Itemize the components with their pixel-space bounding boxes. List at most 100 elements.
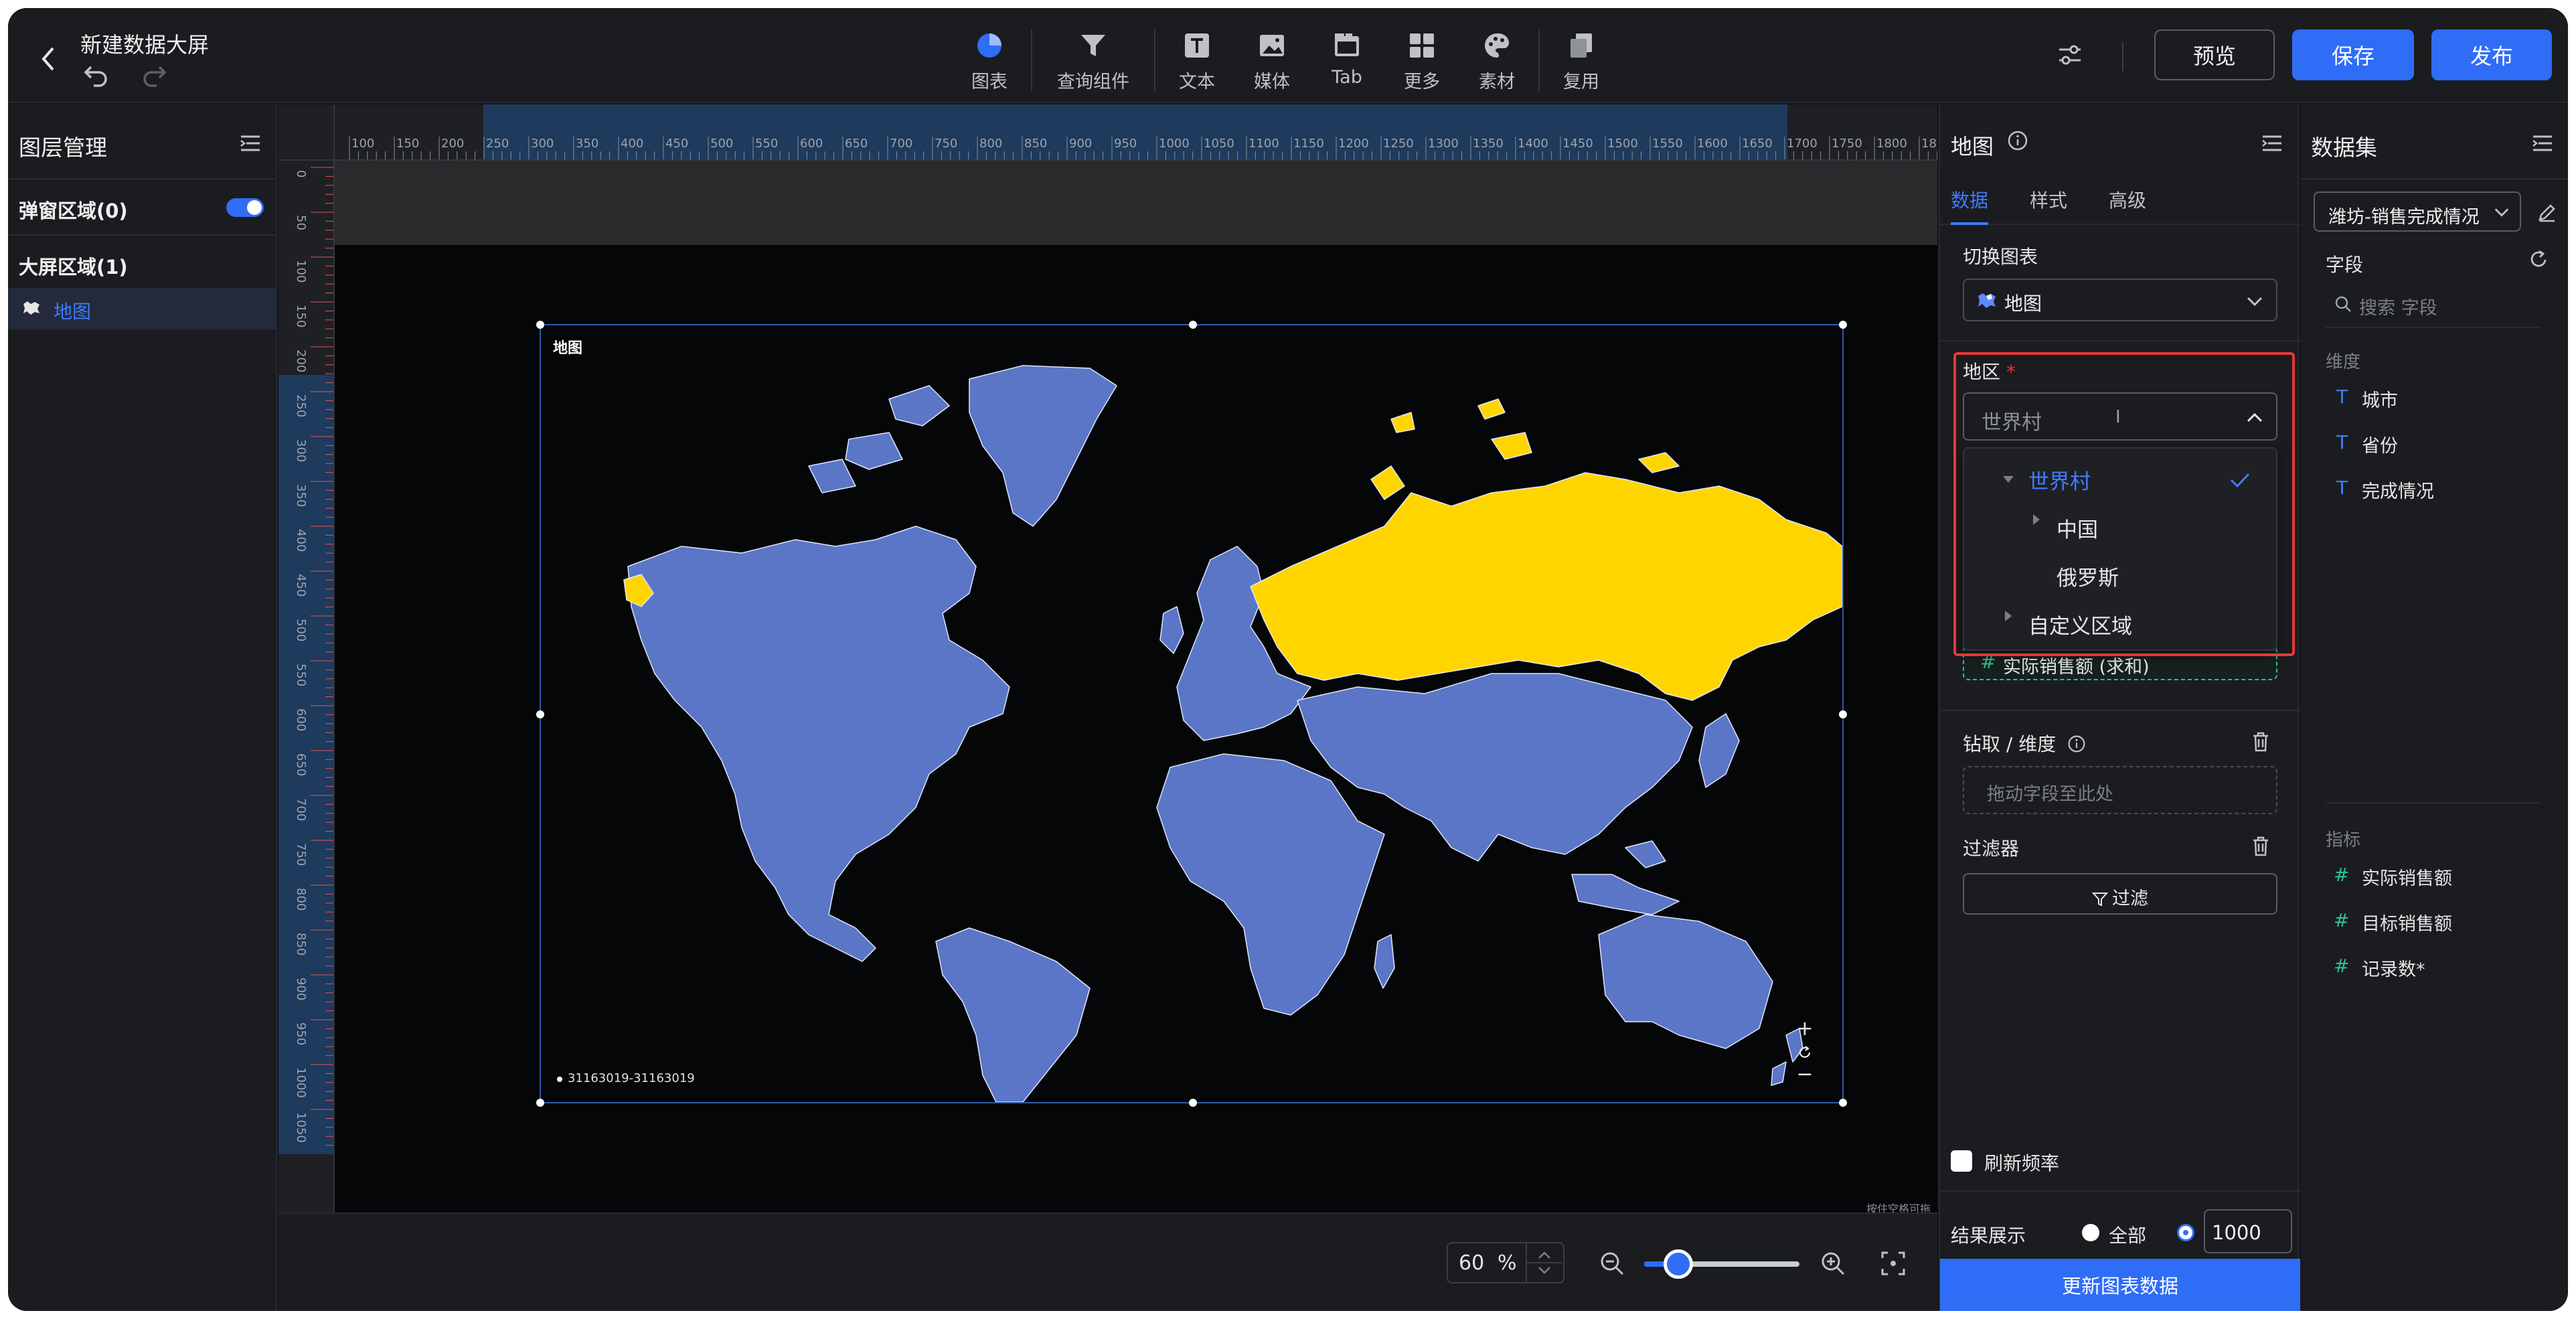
ruler-label: 1100 [1249,137,1279,151]
map-reset-button[interactable] [1793,1040,1817,1065]
zoom-out-button[interactable] [1599,1250,1625,1279]
metric-field[interactable]: 目标销售额 [2362,909,2452,935]
world-map[interactable] [541,325,1842,1102]
filter-funnel-icon [1081,35,1105,56]
region-arctic-islands [808,385,950,493]
map-zoom-in-button[interactable]: + [1793,1016,1817,1040]
redo-button[interactable] [141,63,167,90]
ruler-label: 250 [294,394,308,418]
field-search[interactable]: 搜索 字段 [2326,287,2540,320]
edit-icon[interactable] [2537,202,2557,222]
ruler-label: 800 [979,137,1003,151]
text-field-icon: T [2336,386,2348,408]
number-field-icon: # [2334,955,2350,977]
ruler-label: 150 [294,305,308,328]
text-field-icon: T [2336,431,2348,453]
save-button[interactable]: 保存 [2292,29,2414,80]
filter-button[interactable]: 过滤 [1963,873,2277,915]
publish-button[interactable]: 发布 [2431,29,2552,80]
ruler-label: 1200 [1338,137,1369,151]
config-collapse-button[interactable] [2261,134,2283,155]
copy-icon [1571,33,1592,58]
ruler-label: 1050 [294,1112,308,1143]
ruler-label: 300 [294,439,308,463]
zoom-slider[interactable] [1644,1249,1799,1279]
popup-area-toggle[interactable] [226,198,264,217]
chart-type-value: 地图 [2004,293,2042,315]
chevron-down-icon [2247,297,2263,307]
ruler-label: 550 [294,664,308,687]
result-count-value: 1000 [2212,1221,2261,1244]
ruler-label: 0 [294,170,308,178]
result-count-input[interactable]: 1000 [2204,1209,2292,1253]
screen-area-group[interactable]: 大屏区域(1) [19,252,128,280]
info-icon[interactable] [2067,734,2086,753]
drill-drop-zone[interactable]: 拖动字段至此处 [1963,766,2277,814]
refresh-icon[interactable] [2528,249,2549,270]
result-count-radio[interactable] [2177,1224,2194,1241]
popup-area-group[interactable]: 弹窗区域(0) [19,196,128,224]
metric-field[interactable]: 实际销售额 [2362,864,2452,890]
tool-more-label: 更多 [1404,72,1440,92]
zoom-stepper[interactable] [1526,1243,1563,1282]
tool-tab[interactable]: Tab [1309,21,1384,95]
tool-assets-label: 素材 [1479,72,1515,92]
refresh-frequency-checkbox[interactable] [1951,1150,1972,1172]
ruler-label: 500 [294,619,308,642]
tool-more[interactable]: 更多 [1384,21,1459,95]
tab-advanced[interactable]: 高级 [2109,186,2146,213]
screen-canvas[interactable]: 地图 31163019-31163019 + − 按住空格可拖 [335,245,1937,1220]
dataset-collapse-button[interactable] [2532,134,2553,155]
trash-icon[interactable] [2251,836,2271,857]
info-button[interactable] [2007,130,2028,154]
refresh-frequency-label: 刷新频率 [1984,1152,2060,1174]
map-zoom-out-button[interactable]: − [1793,1062,1817,1086]
region-north-america [627,526,1010,962]
field-search-placeholder: 搜索 字段 [2359,298,2437,319]
dataset-select-value: 潍坊-销售完成情况 [2328,207,2480,228]
config-tabs: 数据 样式 高级 [1940,179,2300,225]
tool-media-label: 媒体 [1254,72,1290,92]
layer-item-label: 地图 [54,301,92,323]
ruler-label: 600 [800,137,823,151]
tool-text[interactable]: 文本 [1159,21,1234,95]
tool-media[interactable]: 媒体 [1234,21,1309,95]
fit-screen-button[interactable] [1880,1250,1907,1279]
project-title: 新建数据大屏 [80,32,210,58]
zoom-slider-handle[interactable] [1664,1249,1694,1279]
tab-style[interactable]: 样式 [2030,186,2067,213]
settings-button[interactable] [2057,42,2083,71]
switch-chart-label: 切换图表 [1963,246,2038,268]
zoom-value: 60 [1459,1251,1485,1275]
ruler-label: 750 [935,137,958,151]
dimension-field[interactable]: 完成情况 [2362,477,2434,503]
back-button[interactable] [28,39,68,79]
metric-field[interactable]: 记录数* [2362,955,2425,981]
ruler-vertical: 0 50 100 150 200 250 300 350 400 450 500 550 600 650 7… [278,161,335,1213]
tool-reuse[interactable]: 复用 [1544,21,1619,95]
tool-chart[interactable]: 图表 [952,21,1027,95]
ruler-horizontal: 100 150 200 250 300 350 400 450 500 550 600 650 700 7… [278,104,1937,161]
result-all-radio[interactable] [2082,1224,2099,1241]
ruler-label: 750 [294,843,308,866]
zoom-in-button[interactable] [1820,1250,1846,1279]
dataset-select[interactable]: 潍坊-销售完成情况 [2314,191,2521,232]
dimension-field[interactable]: 城市 [2362,386,2398,412]
layers-collapse-button[interactable] [240,134,261,155]
chart-type-select[interactable]: 地图 [1963,279,2277,321]
preview-button[interactable]: 预览 [2154,29,2275,80]
tab-data[interactable]: 数据 [1951,186,1988,213]
map-icon [1978,293,1996,308]
layer-item-map[interactable]: 地图 [8,288,277,329]
undo-button[interactable] [83,63,110,90]
tool-assets[interactable]: 素材 [1459,21,1534,95]
zoom-input[interactable]: 60 % [1447,1242,1564,1284]
trash-icon[interactable] [2251,731,2271,753]
tool-query[interactable]: 查询组件 [1036,21,1150,95]
dataset-title: 数据集 [2311,135,2377,161]
ruler-label: 350 [294,484,308,508]
map-widget[interactable]: 地图 31163019-31163019 + − [536,321,1847,1107]
update-chart-data-button[interactable]: 更新图表数据 [1940,1259,2300,1311]
dimension-field[interactable]: 省份 [2362,431,2398,457]
chevron-left-icon [42,47,54,71]
